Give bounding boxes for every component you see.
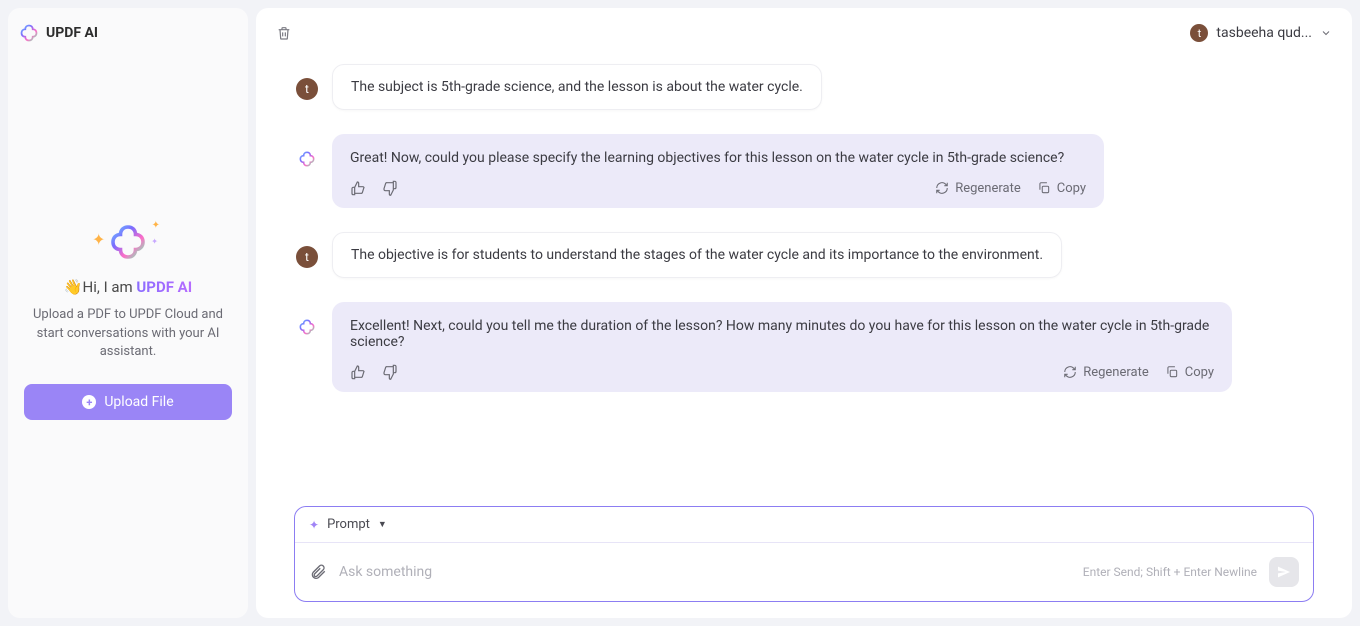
thumbs-up-icon [350, 180, 366, 196]
input-body: Enter Send; Shift + Enter Newline [295, 543, 1313, 601]
copy-icon [1165, 365, 1179, 379]
assistant-actions: Regenerate Copy [350, 364, 1214, 380]
thumbs-up-button[interactable] [350, 180, 366, 196]
thumbs-down-button[interactable] [382, 364, 398, 380]
trash-icon [276, 25, 292, 41]
assistant-message: Great! Now, could you please specify the… [332, 134, 1314, 208]
hero-logo: ✦ ✦ ✦ [110, 224, 146, 260]
message-input-container: ✦ Prompt ▼ Enter Send; Shift + Enter New… [294, 506, 1314, 602]
prompt-label: Prompt [327, 517, 370, 532]
thumbs-up-icon [350, 364, 366, 380]
regenerate-button[interactable]: Regenerate [1063, 365, 1149, 380]
assistant-actions: Regenerate Copy [350, 180, 1086, 196]
copy-button[interactable]: Copy [1037, 181, 1086, 196]
chevron-down-icon [1320, 27, 1332, 39]
sparkle-icon: ✦ [92, 230, 105, 249]
copy-button[interactable]: Copy [1165, 365, 1214, 380]
delete-conversation-button[interactable] [276, 25, 292, 41]
send-button[interactable] [1269, 557, 1299, 587]
user-name: tasbeeha qud... [1216, 25, 1312, 41]
regenerate-button[interactable]: Regenerate [935, 181, 1021, 196]
sparkle-icon: ✦ [309, 518, 319, 532]
caret-down-icon: ▼ [378, 519, 387, 530]
thumbs-down-button[interactable] [382, 180, 398, 196]
input-hint: Enter Send; Shift + Enter Newline [1083, 565, 1257, 579]
thumbs-down-icon [382, 364, 398, 380]
assistant-text: Great! Now, could you please specify the… [350, 150, 1086, 166]
assistant-avatar [296, 316, 318, 338]
sidebar-description: Upload a PDF to UPDF Cloud and start con… [24, 306, 232, 363]
upload-file-button[interactable]: + Upload File [24, 384, 232, 420]
brand-logo-large-icon [110, 224, 146, 260]
wave-emoji: 👋 [64, 278, 83, 296]
upload-label: Upload File [104, 394, 173, 410]
copy-label: Copy [1185, 365, 1214, 380]
refresh-icon [935, 181, 949, 195]
hello-prefix: Hi, I am [83, 278, 137, 296]
paperclip-icon [309, 563, 327, 581]
brand-logo-icon [299, 151, 315, 167]
brand-logo-icon [299, 319, 315, 335]
user-avatar-icon: t [296, 78, 318, 100]
top-bar: t tasbeeha qud... [276, 22, 1332, 44]
assistant-avatar [296, 148, 318, 170]
assistant-bubble: Excellent! Next, could you tell me the d… [332, 302, 1232, 392]
thumbs-down-icon [382, 180, 398, 196]
assistant-text: Excellent! Next, could you tell me the d… [350, 318, 1214, 350]
sparkle-icon: ✦ [152, 220, 160, 231]
user-avatar-icon: t [296, 246, 318, 268]
message-input[interactable] [339, 564, 1071, 580]
regenerate-label: Regenerate [955, 181, 1021, 196]
user-bubble: The objective is for students to underst… [332, 232, 1062, 278]
user-message: t The objective is for students to under… [332, 232, 1314, 278]
prompt-selector[interactable]: ✦ Prompt ▼ [295, 507, 1313, 543]
regenerate-label: Regenerate [1083, 365, 1149, 380]
sparkle-icon: ✦ [151, 237, 158, 246]
user-menu[interactable]: t tasbeeha qud... [1190, 24, 1332, 42]
sidebar-body: ✦ ✦ ✦ 👋Hi, I am UPDF AI Upload a PDF to … [20, 42, 236, 602]
attach-button[interactable] [309, 563, 327, 581]
main-panel: t tasbeeha qud... t The subject is 5th-g… [256, 8, 1352, 618]
copy-icon [1037, 181, 1051, 195]
thumbs-up-button[interactable] [350, 364, 366, 380]
sidebar: UPDF AI ✦ ✦ ✦ 👋Hi, I am UPDF AI Upload a… [8, 8, 248, 618]
brand-logo-icon [20, 24, 38, 42]
user-bubble: The subject is 5th-grade science, and th… [332, 64, 822, 110]
brand-name: UPDF AI [46, 25, 98, 41]
user-message: t The subject is 5th-grade science, and … [332, 64, 1314, 110]
copy-label: Copy [1057, 181, 1086, 196]
refresh-icon [1063, 365, 1077, 379]
send-icon [1276, 564, 1292, 580]
hello-brand: UPDF AI [136, 278, 192, 296]
assistant-message: Excellent! Next, could you tell me the d… [332, 302, 1314, 392]
user-avatar: t [1190, 24, 1208, 42]
assistant-bubble: Great! Now, could you please specify the… [332, 134, 1104, 208]
sidebar-header: UPDF AI [20, 24, 236, 42]
plus-icon: + [82, 395, 96, 409]
hello-text: 👋Hi, I am UPDF AI [64, 278, 192, 296]
chat-thread: t The subject is 5th-grade science, and … [276, 54, 1332, 498]
